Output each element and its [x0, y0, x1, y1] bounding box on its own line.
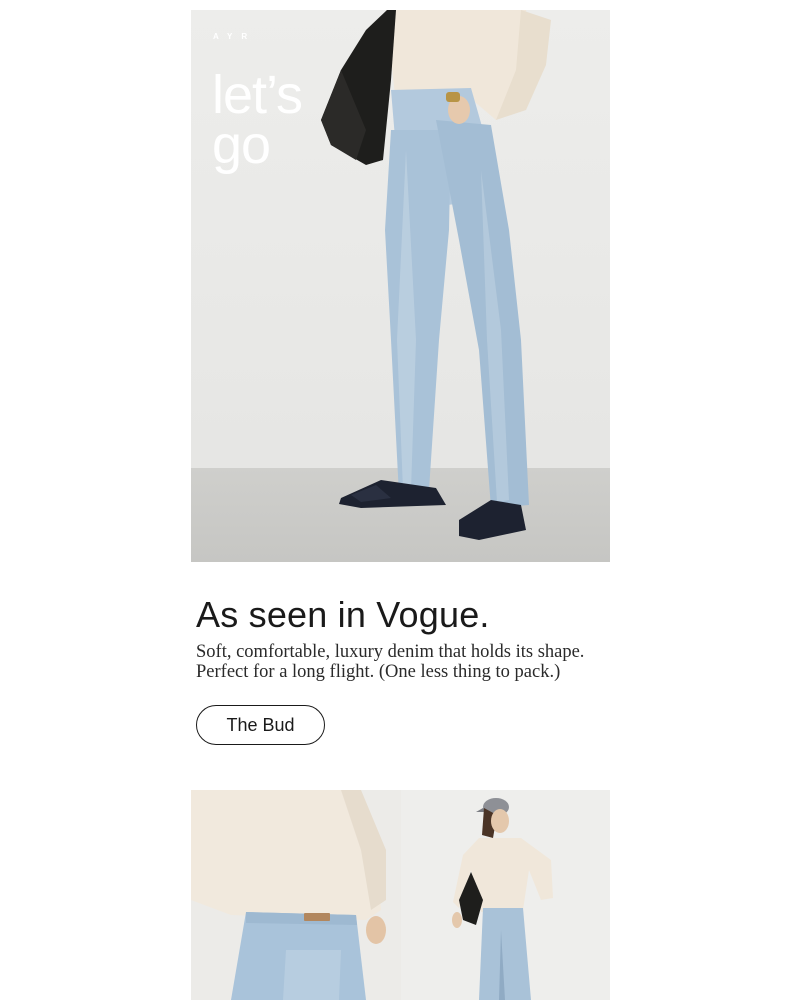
jeans-detail-illustration — [191, 790, 386, 1000]
feature-body: Soft, comfortable, luxury denim that hol… — [196, 642, 616, 682]
feature-body-line2: Perfect for a long flight. (One less thi… — [196, 662, 561, 682]
hero-headline-line2: go — [212, 115, 271, 175]
brand-logo: AYR — [213, 32, 257, 41]
the-bud-button[interactable]: The Bud — [196, 705, 325, 745]
model-full-illustration — [452, 798, 553, 1000]
product-image-detail[interactable] — [191, 790, 401, 1000]
email-body: AYR let’s go As seen in Vogue. Soft, com… — [0, 0, 800, 1000]
hero-headline-line1: let’s — [212, 65, 303, 125]
hero-headline: let’s go — [212, 65, 372, 175]
feature-body-line1: Soft, comfortable, luxury denim that hol… — [196, 642, 585, 662]
product-image-full[interactable] — [401, 790, 610, 1000]
feature-headline: As seen in Vogue. — [196, 594, 490, 635]
hero-image[interactable]: AYR let’s go — [191, 10, 610, 562]
